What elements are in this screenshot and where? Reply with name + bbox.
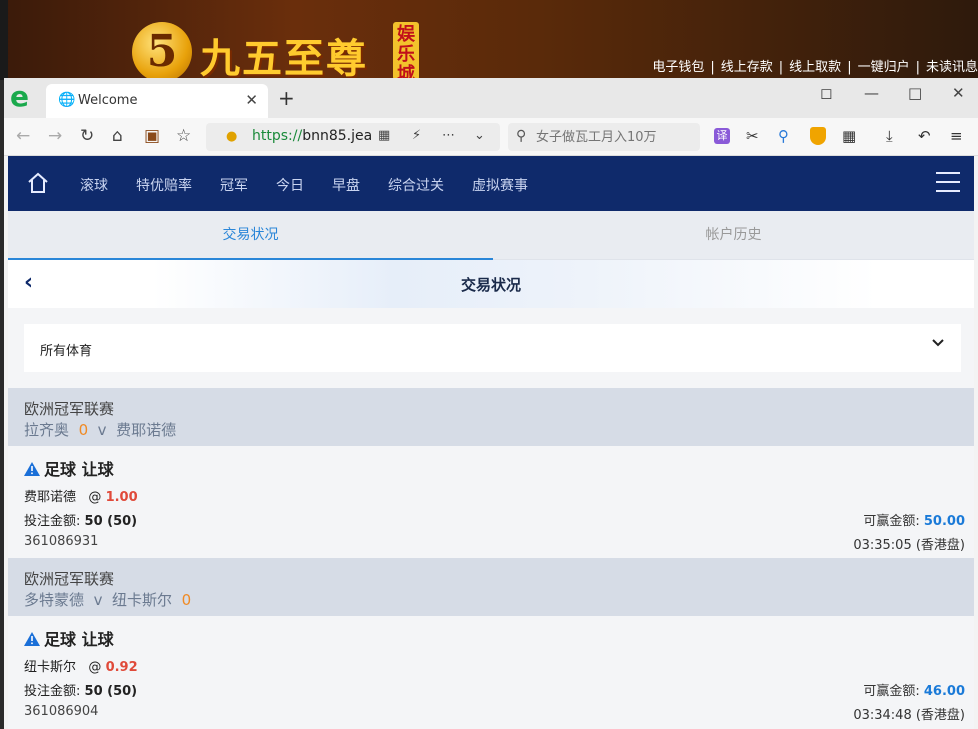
warning-icon xyxy=(24,462,40,476)
reader-icon[interactable]: ▦ xyxy=(378,128,390,143)
warning-icon xyxy=(24,632,40,646)
tab-bar: e 🌐 Welcome ✕ + ◻ — □ ✕ xyxy=(4,78,978,118)
top-links: 电子钱包 | 线上存款 | 线上取款 | 一键归户 | 未读讯息 xyxy=(652,60,978,75)
link-messages[interactable]: 未读讯息 xyxy=(926,60,978,75)
browser-tab[interactable]: 🌐 Welcome ✕ xyxy=(46,84,268,118)
briefcase-icon[interactable]: ▣ xyxy=(144,126,160,146)
magnifier-icon[interactable]: ⚲ xyxy=(778,127,789,145)
menu-icon[interactable]: ≡ xyxy=(950,127,963,145)
lightning-icon[interactable]: ⚡ xyxy=(412,128,421,143)
logo-badge: 娱乐城 xyxy=(393,22,419,80)
address-bar[interactable]: ● https://bnn85.jea ▦ ⚡ ⋯ ⌄ xyxy=(206,123,500,151)
nav-today[interactable]: 今日 xyxy=(276,175,304,195)
bet-stake: 投注金额: 50 (50) xyxy=(24,514,138,529)
chevron-down-icon[interactable]: ⌄ xyxy=(474,128,485,143)
bet-slip: 足球 让球 费耶诺德 @ 1.00 投注金额: 50 (50) 可赢金额: 50… xyxy=(8,446,974,558)
maximize-icon[interactable]: □ xyxy=(908,84,922,102)
bet-selection: 纽卡斯尔 @ 0.92 xyxy=(24,660,138,675)
back-arrow-icon[interactable]: ← xyxy=(16,126,30,146)
page-content: 滚球 特优赔率 冠军 今日 早盘 综合过关 虚拟赛事 交易状况 帐户历史 ‹ 交… xyxy=(8,156,974,729)
site-nav: 滚球 特优赔率 冠军 今日 早盘 综合过关 虚拟赛事 xyxy=(8,156,974,211)
banner-edge xyxy=(0,0,8,80)
nav-parlay[interactable]: 综合过关 xyxy=(388,175,444,195)
forward-arrow-icon[interactable]: → xyxy=(48,126,62,146)
more-dots-icon[interactable]: ⋯ xyxy=(442,128,455,143)
new-tab-icon[interactable]: + xyxy=(278,86,295,110)
match-header: 欧洲冠军联赛 多特蒙德 v 纽卡斯尔 0 xyxy=(8,558,974,616)
minimize-icon[interactable]: — xyxy=(864,84,879,102)
browser-logo-icon[interactable]: e xyxy=(10,83,36,111)
ticket-id: 361086904 xyxy=(24,704,99,719)
nav-virtual[interactable]: 虚拟赛事 xyxy=(472,175,528,195)
shield-icon[interactable] xyxy=(810,127,826,145)
lock-icon: ● xyxy=(226,129,238,144)
sport-filter-dropdown[interactable]: 所有体育 xyxy=(24,324,961,372)
sport-filter-value: 所有体育 xyxy=(40,344,93,359)
window-close-icon[interactable]: ✕ xyxy=(952,84,965,102)
close-tab-icon[interactable]: ✕ xyxy=(245,91,258,109)
bet-time: 03:34:48 (香港盘) xyxy=(853,708,965,723)
url-text: https://bnn85.jea xyxy=(252,128,373,144)
league-name: 欧洲冠军联赛 xyxy=(24,570,115,588)
link-consolidate[interactable]: 一键归户 xyxy=(858,60,910,75)
undo-icon[interactable]: ↶ xyxy=(918,127,931,145)
browser-window: e 🌐 Welcome ✕ + ◻ — □ ✕ ← → ↻ ⌂ ▣ ☆ ● ht… xyxy=(4,78,978,729)
favorites-star-icon[interactable]: ☆ xyxy=(176,126,191,146)
search-icon: ⚲ xyxy=(516,128,527,144)
league-name: 欧洲冠军联赛 xyxy=(24,400,115,418)
bet-type: 足球 让球 xyxy=(24,626,114,650)
ticket-id: 361086931 xyxy=(24,534,99,549)
browser-toolbar: ← → ↻ ⌂ ▣ ☆ ● https://bnn85.jea ▦ ⚡ ⋯ ⌄ … xyxy=(4,118,978,156)
home-page-icon[interactable]: ⌂ xyxy=(112,126,123,146)
logo-coin-icon: 5 xyxy=(132,22,192,82)
page-title: 交易状况 xyxy=(460,276,521,294)
link-deposit[interactable]: 线上存款 xyxy=(721,60,773,75)
apps-grid-icon[interactable]: ▦ xyxy=(842,127,856,145)
browser-search: ⚲ xyxy=(508,123,700,151)
sub-header: ‹ 交易状况 xyxy=(8,260,974,308)
scissors-icon[interactable]: ✂ xyxy=(746,127,759,145)
skin-icon[interactable]: ◻ xyxy=(820,84,832,102)
logo-text: 九五至尊 xyxy=(200,35,368,82)
home-icon[interactable] xyxy=(26,171,50,195)
globe-icon: 🌐 xyxy=(58,92,76,108)
search-input[interactable] xyxy=(536,127,696,147)
tab-trade-status[interactable]: 交易状况 xyxy=(8,211,493,260)
tab-account-history[interactable]: 帐户历史 xyxy=(493,211,974,260)
match-teams: 多特蒙德 v 纽卡斯尔 0 xyxy=(24,591,192,609)
match-header: 欧洲冠军联赛 拉齐奥 0 v 费耶诺德 xyxy=(8,388,974,446)
match-teams: 拉齐奥 0 v 费耶诺德 xyxy=(24,421,177,439)
nav-special-odds[interactable]: 特优赔率 xyxy=(136,175,192,195)
nav-outright[interactable]: 冠军 xyxy=(220,175,248,195)
bet-win: 可赢金额: 50.00 xyxy=(863,514,965,529)
download-icon[interactable]: ⤓ xyxy=(886,127,893,145)
translate-icon[interactable]: 译 xyxy=(714,128,730,144)
bet-win: 可赢金额: 46.00 xyxy=(863,684,965,699)
nav-live[interactable]: 滚球 xyxy=(80,175,108,195)
bet-type: 足球 让球 xyxy=(24,456,114,480)
bet-stake: 投注金额: 50 (50) xyxy=(24,684,138,699)
chevron-down-icon xyxy=(932,339,944,347)
bet-slip: 足球 让球 纽卡斯尔 @ 0.92 投注金额: 50 (50) 可赢金额: 46… xyxy=(8,616,974,728)
bet-selection: 费耶诺德 @ 1.00 xyxy=(24,490,138,505)
bet-time: 03:35:05 (香港盘) xyxy=(853,538,965,553)
link-withdraw[interactable]: 线上取款 xyxy=(789,60,841,75)
hamburger-icon[interactable] xyxy=(936,172,960,194)
status-tabs: 交易状况 帐户历史 xyxy=(8,211,974,260)
link-wallet[interactable]: 电子钱包 xyxy=(652,60,704,75)
reload-icon[interactable]: ↻ xyxy=(80,126,94,146)
tab-title: Welcome xyxy=(78,93,138,108)
nav-early[interactable]: 早盘 xyxy=(332,175,360,195)
